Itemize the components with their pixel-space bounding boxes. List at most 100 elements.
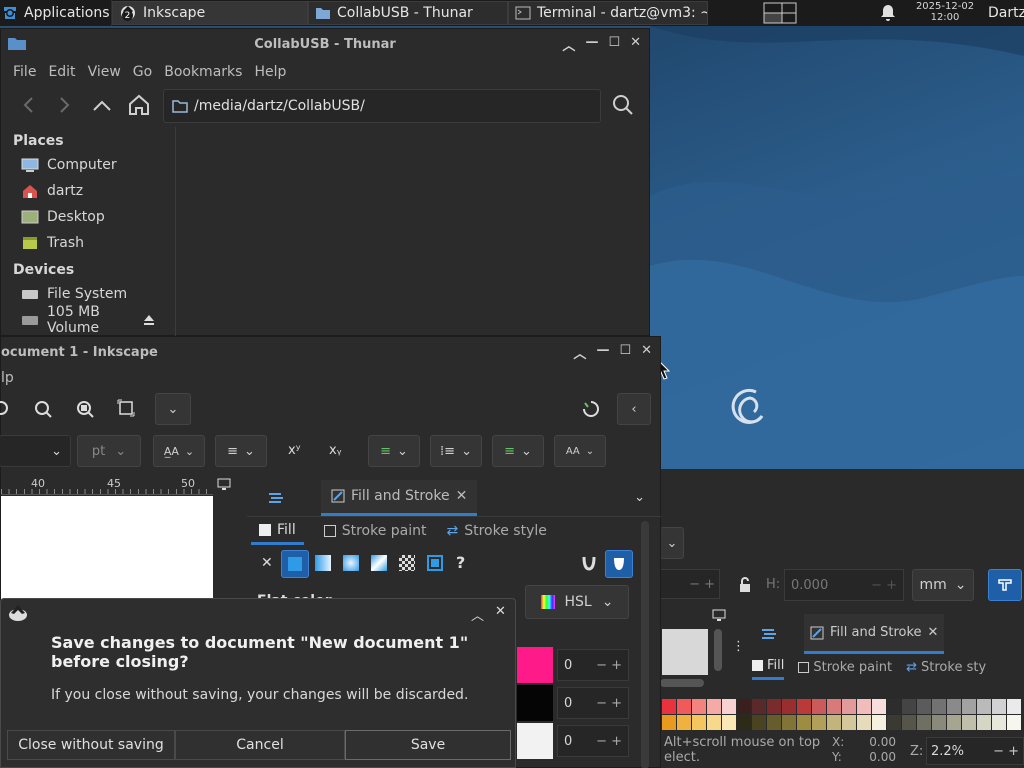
subtab-fill-2[interactable]: Fill [752,654,785,680]
subtab-stroke-paint[interactable]: Stroke paint [323,523,426,539]
subtab-fill[interactable]: Fill [251,517,304,545]
swatch-icon[interactable] [427,555,443,571]
palette-swatch[interactable] [842,699,856,714]
more-commands-button[interactable]: ⌄ [155,393,191,425]
palette-swatch[interactable] [842,715,856,730]
zoom-input[interactable]: 2.2% − + [926,737,1024,765]
snap-toggle-button[interactable] [988,569,1022,601]
eject-icon[interactable] [143,314,155,326]
monitor-icon[interactable] [712,609,726,621]
unset-paint-icon[interactable]: ? [456,553,465,572]
close-icon[interactable]: ✕ [495,604,506,619]
sidebar-item-trash[interactable]: Trash [1,230,175,256]
sidebar-item-computer[interactable]: Computer [1,152,175,178]
close-icon[interactable]: ✕ [928,625,939,640]
letter-spacing-button[interactable]: ≡ ⌄ [492,435,544,467]
zoom-stepper[interactable]: − + [993,744,1019,759]
palette-swatch[interactable] [962,715,976,730]
menu-help-fragment[interactable]: lp [1,370,14,386]
sidebar-item-desktop[interactable]: Desktop [1,204,175,230]
palette-swatch[interactable] [722,699,736,714]
h-input[interactable]: 0.000 − + [784,569,904,601]
forward-icon[interactable] [54,95,74,115]
fill-rule-evenodd-icon[interactable] [581,555,597,571]
location-bar[interactable]: /media/dartz/CollabUSB/ [163,89,601,123]
palette-swatch[interactable] [1007,715,1021,730]
task-terminal[interactable]: Terminal - dartz@vm3: ~ [508,1,708,25]
palette-swatch[interactable] [857,699,871,714]
menu-go[interactable]: Go [127,64,158,80]
horizontal-ruler[interactable]: 40 45 50 [1,477,213,495]
hue-stepper[interactable]: − + [596,658,622,673]
saturation-stepper[interactable]: − + [596,696,622,711]
subtab-stroke-style-2[interactable]: ⇄ Stroke sty [906,660,986,675]
display-mode-icon[interactable] [217,478,231,490]
palette-swatch[interactable] [872,699,886,714]
pattern-icon[interactable] [399,555,415,571]
palette-swatch[interactable] [782,715,796,730]
palette-swatch[interactable] [977,699,991,714]
horizontal-scrollbar[interactable] [660,679,704,687]
palette-swatch[interactable] [662,715,676,730]
palette-swatch[interactable] [812,699,826,714]
word-spacing-button[interactable]: ⁞≡ ⌄ [430,435,482,467]
fill-rule-nonzero-button[interactable] [605,550,633,578]
palette-swatch[interactable] [662,699,676,714]
zoom-width-icon[interactable] [75,399,95,419]
palette-swatch[interactable] [917,699,931,714]
minimize-icon[interactable]: — [585,35,598,54]
palette-swatch[interactable] [887,699,901,714]
saturation-input[interactable]: 0 − + [557,687,629,719]
cancel-button[interactable]: Cancel [175,730,345,760]
workspace-switcher[interactable] [762,1,798,25]
task-thunar[interactable]: CollabUSB - Thunar [308,1,508,25]
clock[interactable]: 2025-12-02 12:00 [910,1,980,23]
subtab-stroke-paint-2[interactable]: Stroke paint [798,660,892,675]
applications-menu-button[interactable]: Applications ⋮ [0,0,112,26]
chevron-down-icon[interactable]: ⌄ [634,490,645,505]
close-without-saving-button[interactable]: Close without saving [7,730,175,760]
palette-swatch[interactable] [797,715,811,730]
palette-swatch[interactable] [812,715,826,730]
palette-swatch[interactable] [917,715,931,730]
unit-select[interactable]: mm ⌄ [912,569,974,601]
linear-gradient-icon[interactable] [315,555,331,571]
vertical-scrollbar[interactable] [714,629,722,671]
mesh-gradient-icon[interactable] [371,555,387,571]
palette-swatch[interactable] [932,699,946,714]
notification-bell-icon[interactable] [880,4,896,22]
hue-slider-swatch[interactable] [517,647,553,683]
color-mode-select[interactable]: HSL ⌄ [525,585,629,619]
close-icon[interactable]: ✕ [630,35,641,54]
palette-swatch[interactable] [782,699,796,714]
subtab-stroke-style[interactable]: ⇄ Stroke style [446,523,546,539]
palette-swatch[interactable] [677,715,691,730]
palette-swatch[interactable] [707,699,721,714]
home-icon[interactable] [127,93,151,117]
thunar-titlebar[interactable]: CollabUSB - Thunar ︿ — ☐ ✕ [1,29,649,59]
canvas-page[interactable] [1,496,213,606]
palette-swatch[interactable] [797,699,811,714]
zoom-drawing-icon[interactable] [0,399,11,419]
w-stepper[interactable]: − + [660,569,720,599]
palette-swatch[interactable] [737,699,751,714]
flat-color-button[interactable] [281,550,309,578]
palette-swatch[interactable] [722,715,736,730]
menu-view[interactable]: View [82,64,127,80]
palette-swatch[interactable] [692,699,706,714]
palette-swatch[interactable] [677,699,691,714]
dock-scrollbar[interactable] [641,521,649,768]
no-paint-icon[interactable]: ✕ [261,555,273,571]
unit-select[interactable]: pt ⌄ [77,435,141,467]
task-inkscape[interactable]: 2 Inkscape [112,1,308,25]
h-stepper[interactable]: − + [871,578,897,593]
lightness-stepper[interactable]: − + [596,734,622,749]
palette-swatch[interactable] [887,715,901,730]
user-menu[interactable]: Dartz [988,5,1024,21]
font-style-button[interactable]: A̲A ⌄ [153,435,205,467]
rotate-icon[interactable] [581,399,601,419]
palette-swatch[interactable] [992,715,1006,730]
subscript-icon[interactable]: xᵧ [329,443,342,458]
palette-swatch[interactable] [947,715,961,730]
palette-swatch[interactable] [902,715,916,730]
